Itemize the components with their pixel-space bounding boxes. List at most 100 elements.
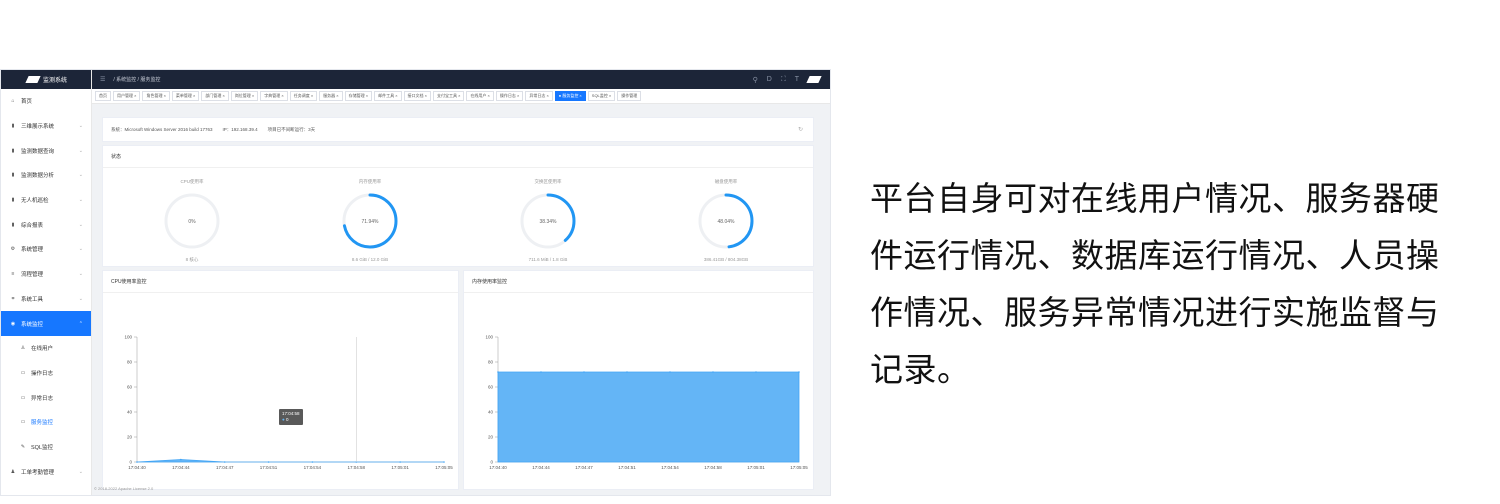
sidebar-item-label: 综合报表 [21, 222, 44, 229]
bar-chart-icon: ▮ [11, 172, 15, 179]
home-icon: ⌂ [11, 98, 15, 105]
sidebar-item[interactable]: ▭ 操作日志 [1, 361, 91, 386]
tab[interactable]: 支付宝工具 × [432, 91, 465, 101]
chevron-icon: ⌄ [78, 468, 83, 475]
uptime: 项目已不间断运行：3天 [267, 126, 316, 132]
sidebar-item[interactable]: ▭ 服务监控 [1, 410, 91, 435]
tab[interactable]: 菜单管理 × [171, 91, 200, 101]
x-tick-label: 17:04:47 [575, 465, 593, 470]
system-info-card: 系统：Microsoft Windows Server 2016 build 1… [102, 117, 814, 142]
sidebar-item-label: 工单考勤管理 [21, 469, 55, 476]
tab[interactable]: SQL监控 × [587, 91, 616, 101]
tab[interactable]: 存储管理 × [344, 91, 373, 101]
gauge-detail: 8.6 GiB / 12.0 GiB [351, 257, 389, 262]
search-icon[interactable]: ⚲ [753, 76, 758, 84]
y-tick-label: 40 [488, 410, 494, 415]
sidebar-item[interactable]: ≡ 流程管理 ⌄ [1, 262, 91, 287]
tab[interactable]: 异常日志 × [525, 91, 553, 101]
data-point [497, 371, 499, 373]
gauge-detail: 386.41GB / 804.38GB [703, 257, 749, 262]
tab[interactable]: 服务器 × [319, 91, 343, 101]
gauge-ring: 0% [164, 193, 220, 249]
tab[interactable]: 岗位管理 × [230, 91, 259, 101]
fullscreen-icon[interactable]: ⛶ [781, 76, 786, 84]
usage-gauge: CPU使用率 0% 8 核心 [103, 173, 281, 263]
cpu-chart[interactable]: 0 20 40 60 80 100 17:04:40 17:04:44 17:04:47 17:0… [103, 293, 458, 488]
tab[interactable]: 字典管理 × [260, 91, 288, 101]
tab[interactable]: 在线用户 × [466, 91, 494, 101]
tab[interactable]: 操作日志 × [495, 91, 524, 101]
gauge-detail: 711.6 MiB / 1.8 GiB [528, 257, 568, 262]
memory-chart[interactable]: 0 20 40 60 80 100 17:04:40 17:04:44 17:04:47 17:0… [464, 293, 813, 488]
y-tick-label: 80 [488, 360, 494, 365]
sidebar-item[interactable]: ◉ 系统监控 ⌃ [1, 311, 91, 336]
x-tick-label: 17:04:44 [532, 465, 550, 470]
sidebar-item-label: 监测数据查询 [21, 148, 55, 155]
chevron-icon: ⌄ [78, 172, 83, 179]
system-name: 系统：Microsoft Windows Server 2016 build 1… [111, 126, 213, 132]
sidebar-item[interactable]: ♙ 在线用户 [1, 336, 91, 361]
tab[interactable]: 首页 [95, 91, 111, 101]
sidebar-item[interactable]: ▭ 异常日志 [1, 385, 91, 410]
chevron-icon: ⌄ [78, 123, 83, 130]
sidebar-item[interactable]: ⌗ 系统工具 ⌄ [1, 287, 91, 312]
monitor-icon: ◉ [10, 320, 16, 327]
tab[interactable]: ● 服务监控 × [554, 91, 586, 101]
sidebar-item[interactable]: ▮ 综合报表 ⌄ [1, 212, 91, 237]
tab[interactable]: 操作管理 [617, 91, 642, 101]
sidebar-menu: ⌂ 首页 ▮ 三维展示系统 ⌄ ▮ 监测数据查询 ⌄ ▮ 监测数据分析 ⌄ ▮ 无人机巡检 ⌄ ▮ 综合报表 ⌄… [1, 89, 91, 484]
sidebar-item[interactable]: ✎ SQL监控 [1, 435, 91, 460]
tab-bar: 首页 用户管理 × 角色管理 × 菜单管理 × 部门管理 × 岗位管理 × 字典管理 × 任务… [92, 89, 830, 104]
menu-toggle-icon[interactable]: ☰ [100, 76, 105, 83]
data-point [136, 461, 138, 463]
sidebar-item-label: 在线用户 [31, 346, 54, 353]
sidebar-item[interactable]: ⚙ 系统管理 ⌄ [1, 237, 91, 262]
area-series [136, 459, 444, 463]
doc-icon[interactable]: D [767, 76, 772, 83]
log-icon: ▭ [20, 394, 26, 401]
x-tick-label: 17:04:40 [489, 465, 507, 470]
y-tick-label: 0 [129, 460, 132, 465]
memory-chart-title: 内存使用率监控 [464, 271, 813, 293]
sidebar-item[interactable]: ▮ 监测数据分析 ⌄ [1, 163, 91, 188]
tooltip-value: 0 [285, 417, 289, 422]
gauge-ring: 71.94% [342, 193, 398, 249]
gauge-ring: 48.04% [698, 193, 754, 249]
gauge-value: 71.94% [362, 219, 380, 225]
refresh-icon[interactable]: ↻ [798, 126, 803, 133]
user-avatar[interactable] [806, 76, 822, 83]
tab[interactable]: 部门管理 × [201, 91, 229, 101]
y-tick-label: 20 [488, 435, 494, 440]
sidebar-item-label: 三维展示系统 [21, 124, 55, 131]
breadcrumb: / 系统监控 / 服务监控 [113, 77, 161, 83]
gauge-label: 磁盘使用率 [714, 179, 738, 184]
y-tick-label: 60 [127, 385, 133, 390]
sidebar-item[interactable]: ▮ 无人机巡检 ⌄ [1, 188, 91, 213]
data-point [798, 371, 800, 373]
status-title: 状态 [103, 146, 813, 168]
gauge-value: 48.04% [718, 219, 736, 225]
data-point [311, 461, 314, 463]
tab[interactable]: 接口文档 × [403, 91, 431, 101]
tab[interactable]: 角色管理 × [142, 91, 170, 101]
memory-chart-card: 内存使用率监控 0 20 40 60 80 100 17:04:40 17:04:44 17:0… [463, 270, 814, 490]
sidebar-item[interactable]: ⌂ 首页 [1, 89, 91, 114]
header-tools: ⚲ D ⛶ T [753, 70, 822, 89]
chevron-icon: ⌄ [78, 271, 83, 278]
sidebar-item[interactable]: ♟ 工单考勤管理 ⌄ [1, 459, 91, 484]
data-point [626, 371, 628, 373]
gauge-label: CPU使用率 [180, 179, 204, 184]
sidebar-item[interactable]: ▮ 三维展示系统 ⌄ [1, 114, 91, 139]
data-point [267, 461, 270, 463]
sidebar-item[interactable]: ▮ 监测数据查询 ⌄ [1, 138, 91, 163]
tab[interactable]: 用户管理 × [113, 91, 141, 101]
data-point [712, 371, 714, 373]
font-size-icon[interactable]: T [795, 76, 799, 83]
usage-gauge: 内存使用率 71.94% 8.6 GiB / 12.0 GiB [281, 173, 459, 262]
tab[interactable]: 邮件工具 × [374, 91, 402, 101]
tab[interactable]: 任务调度 × [289, 91, 318, 101]
gauge-value: 0% [188, 219, 196, 225]
gauge-label: 内存使用率 [358, 179, 382, 184]
log-icon: ▭ [20, 369, 26, 376]
x-tick-label: 17:04:40 [128, 465, 146, 470]
